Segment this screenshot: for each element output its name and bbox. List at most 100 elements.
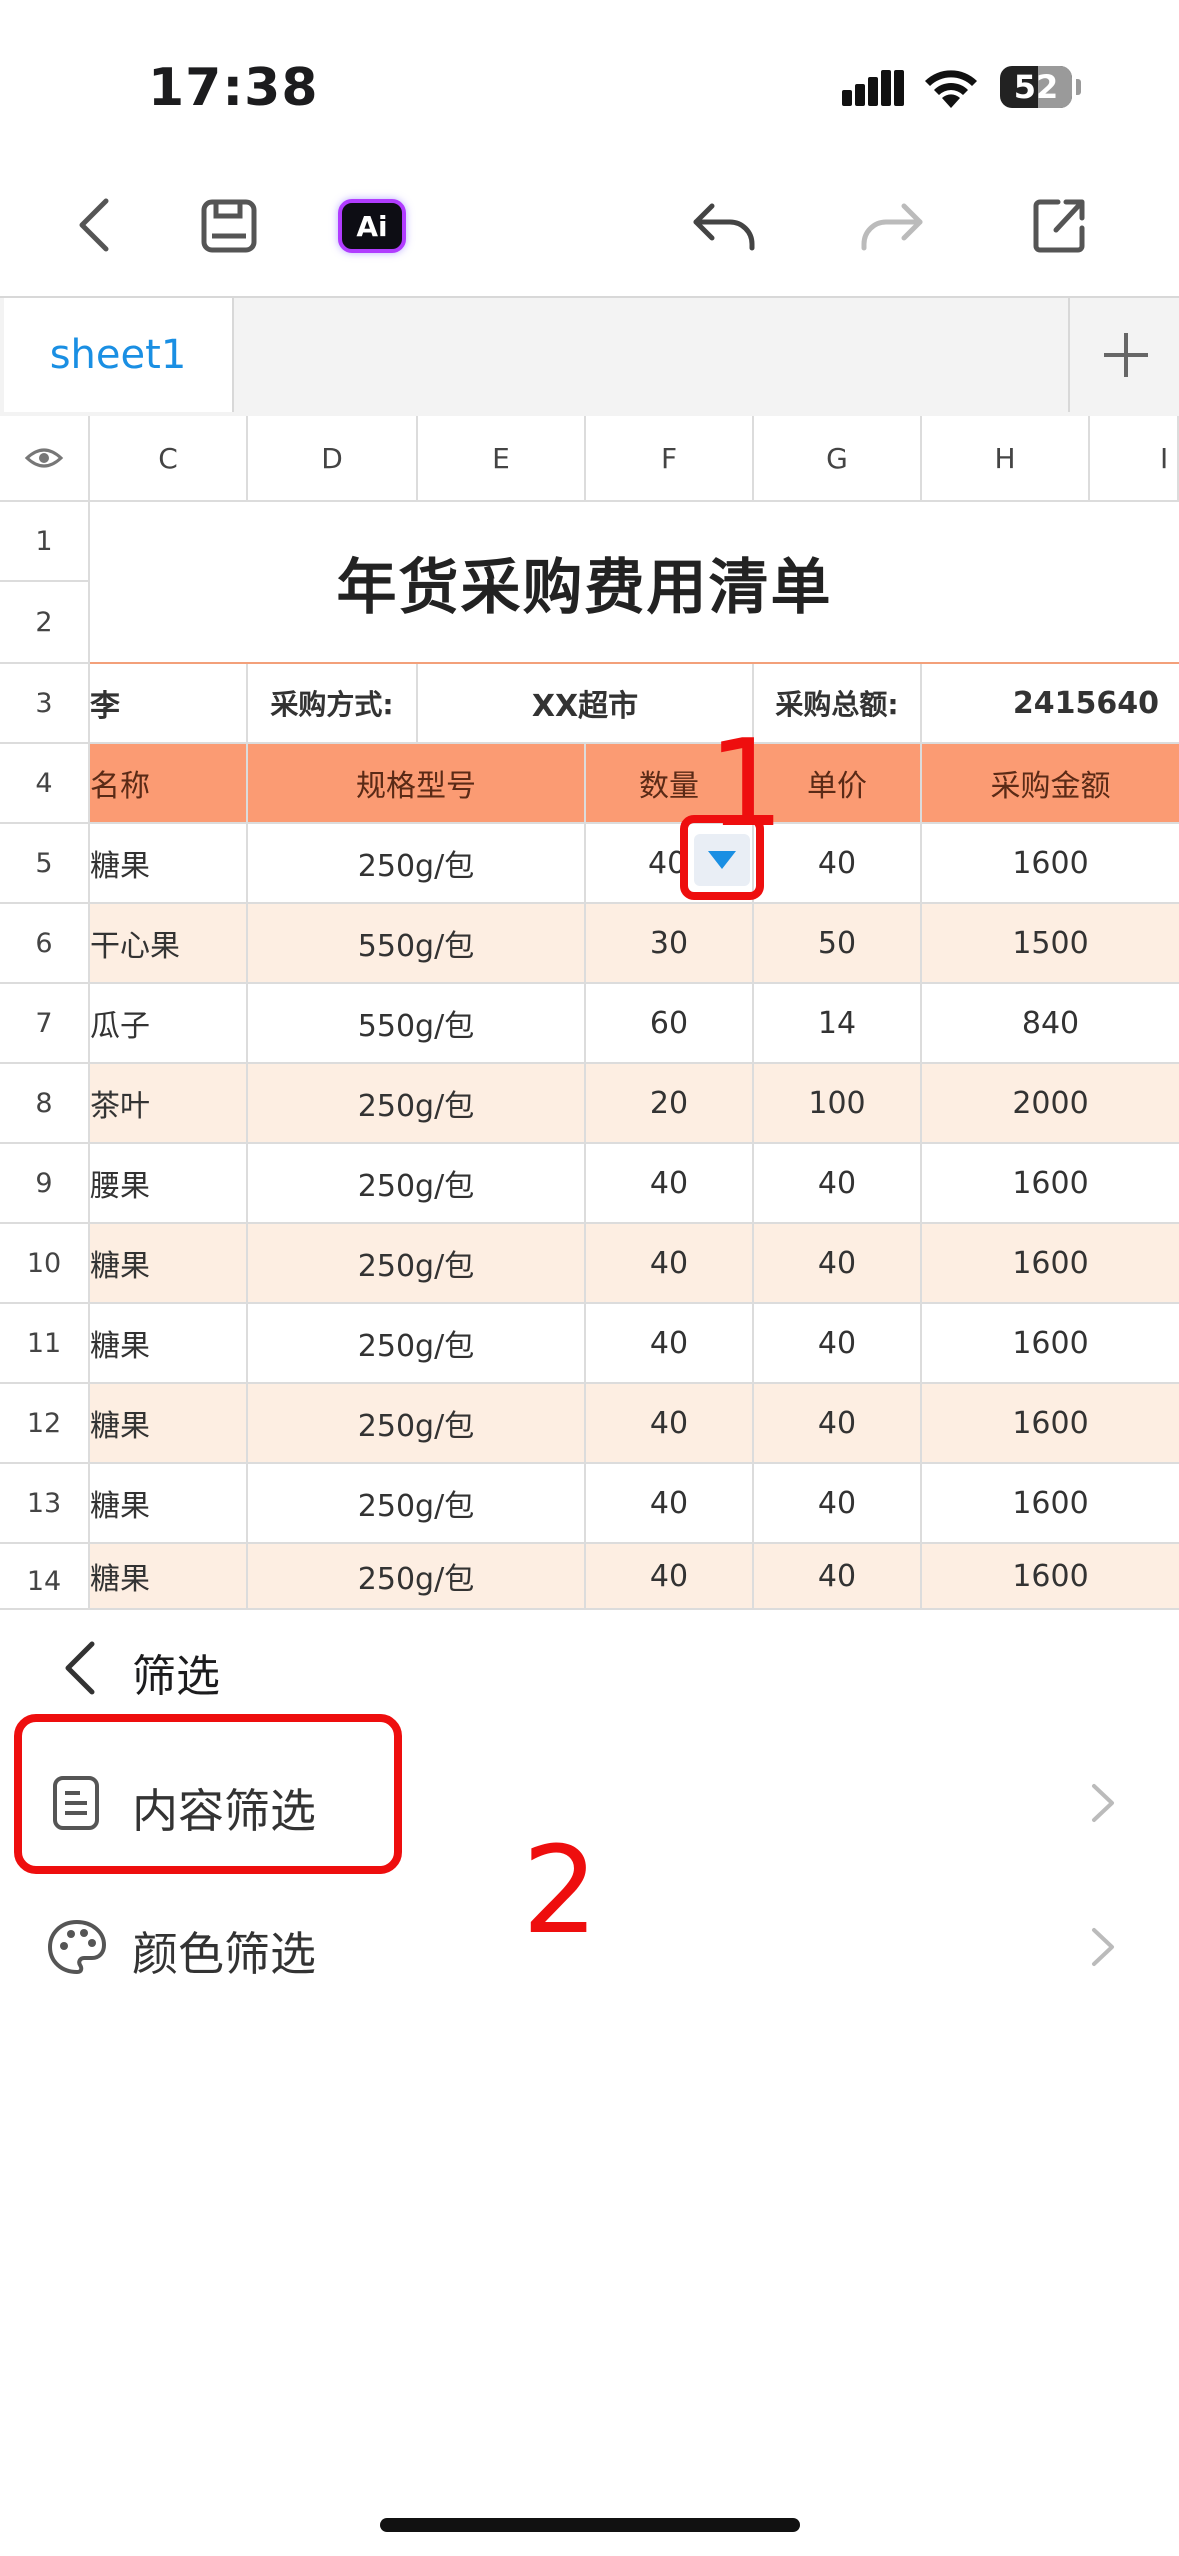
undo-icon[interactable] [690, 200, 758, 252]
annotation-box-2 [14, 1714, 402, 1874]
status-time: 17:38 [148, 58, 319, 118]
row-header[interactable]: 2 [0, 582, 90, 664]
cell-spec[interactable]: 250g/包 [248, 824, 586, 904]
cell-d3[interactable]: 采购方式: [248, 664, 418, 744]
annotation-number-1: 1 [708, 715, 785, 854]
cell-amount[interactable]: 1600 [922, 1144, 1179, 1224]
cell-price[interactable]: 40 [754, 1544, 922, 1610]
cell-amount[interactable]: 1600 [922, 1384, 1179, 1464]
cell-qty[interactable]: 40 [586, 1224, 754, 1304]
cell-amount[interactable]: 1600 [922, 1544, 1179, 1610]
cell-price[interactable]: 50 [754, 904, 922, 984]
cell-h3[interactable]: 2415640 [922, 664, 1179, 744]
cell-qty[interactable]: 40 [586, 1544, 754, 1610]
header-amount[interactable]: 采购金额 [922, 744, 1179, 824]
cell-price[interactable]: 14 [754, 984, 922, 1064]
cell-name[interactable]: 糖果 [90, 1464, 248, 1544]
cell-spec[interactable]: 250g/包 [248, 1144, 586, 1224]
cell-qty[interactable]: 30 [586, 904, 754, 984]
column-header-d[interactable]: D [248, 416, 418, 502]
battery-nub [1076, 79, 1081, 95]
column-header-c[interactable]: C [90, 416, 248, 502]
row-header[interactable]: 11 [0, 1304, 90, 1384]
cell-qty[interactable]: 40 [586, 1384, 754, 1464]
cell-name[interactable]: 糖果 [90, 1224, 248, 1304]
column-header-e[interactable]: E [418, 416, 586, 502]
grid-corner[interactable] [0, 416, 90, 502]
save-icon[interactable] [200, 198, 258, 254]
eye-icon [24, 448, 64, 468]
redo-icon[interactable] [858, 200, 926, 252]
palette-icon [47, 1919, 107, 1975]
row-header[interactable]: 1 [0, 502, 90, 582]
cell-spec[interactable]: 250g/包 [248, 1224, 586, 1304]
cell-price[interactable]: 40 [754, 1464, 922, 1544]
cell-qty[interactable]: 40 [586, 1144, 754, 1224]
cell-name[interactable]: 茶叶 [90, 1064, 248, 1144]
column-header-g[interactable]: G [754, 416, 922, 502]
cell-e3[interactable]: XX超市 [418, 664, 754, 744]
cell-qty[interactable]: 40 [586, 1304, 754, 1384]
cell-qty[interactable]: 60 [586, 984, 754, 1064]
cell-name[interactable]: 糖果 [90, 824, 248, 904]
cell-name[interactable]: 糖果 [90, 1544, 248, 1610]
row-header[interactable]: 10 [0, 1224, 90, 1304]
cell-name[interactable]: 腰果 [90, 1144, 248, 1224]
cell-c3[interactable]: 李 [90, 664, 248, 744]
cell-spec[interactable]: 250g/包 [248, 1464, 586, 1544]
menu-label-color-filter: 颜色筛选 [132, 1927, 316, 1981]
cell-price[interactable]: 40 [754, 1144, 922, 1224]
cell-name[interactable]: 糖果 [90, 1304, 248, 1384]
cell-amount[interactable]: 1600 [922, 824, 1179, 904]
row-header[interactable]: 7 [0, 984, 90, 1064]
tab-sheet1[interactable]: sheet1 [4, 298, 234, 412]
wifi-icon [925, 70, 977, 108]
cell-price[interactable]: 100 [754, 1064, 922, 1144]
cell-name[interactable]: 糖果 [90, 1384, 248, 1464]
row-header[interactable]: 8 [0, 1064, 90, 1144]
cell-amount[interactable]: 1600 [922, 1304, 1179, 1384]
home-indicator [380, 2518, 800, 2532]
header-spec[interactable]: 规格型号 [248, 744, 586, 824]
add-sheet-button[interactable] [1068, 298, 1179, 412]
cell-name[interactable]: 瓜子 [90, 984, 248, 1064]
battery-level: 52 [1013, 68, 1059, 106]
row-header[interactable]: 6 [0, 904, 90, 984]
column-header-i[interactable]: I [1090, 416, 1179, 502]
share-icon[interactable] [1032, 196, 1088, 254]
row-header[interactable]: 4 [0, 744, 90, 824]
cell-qty[interactable]: 20 [586, 1064, 754, 1144]
cell-amount[interactable]: 1500 [922, 904, 1179, 984]
row-header[interactable]: 9 [0, 1144, 90, 1224]
plus-icon [1103, 333, 1148, 377]
column-header-f[interactable]: F [586, 416, 754, 502]
cell-spec[interactable]: 550g/包 [248, 904, 586, 984]
cell-spec[interactable]: 250g/包 [248, 1064, 586, 1144]
cell-amount[interactable]: 1600 [922, 1464, 1179, 1544]
cell-spec[interactable]: 250g/包 [248, 1304, 586, 1384]
cell-name[interactable]: 干心果 [90, 904, 248, 984]
cell-price[interactable]: 40 [754, 1224, 922, 1304]
header-name[interactable]: 名称 [90, 744, 248, 824]
row-header[interactable]: 12 [0, 1384, 90, 1464]
back-icon[interactable] [70, 195, 116, 255]
row-header[interactable]: 3 [0, 664, 90, 744]
cell-amount[interactable]: 840 [922, 984, 1179, 1064]
cellular-signal-icon [842, 70, 904, 106]
cell-amount[interactable]: 1600 [922, 1224, 1179, 1304]
cell-spec[interactable]: 250g/包 [248, 1544, 586, 1610]
cell-spec[interactable]: 250g/包 [248, 1384, 586, 1464]
chevron-left-icon[interactable] [60, 1640, 100, 1696]
sheet-title[interactable]: 年货采购费用清单 [90, 502, 1179, 664]
ai-icon[interactable]: Ai [338, 199, 406, 253]
battery-indicator: 52 [1000, 66, 1072, 108]
row-header[interactable]: 14 [0, 1544, 90, 1610]
cell-amount[interactable]: 2000 [922, 1064, 1179, 1144]
cell-price[interactable]: 40 [754, 1304, 922, 1384]
cell-qty[interactable]: 40 [586, 1464, 754, 1544]
column-header-h[interactable]: H [922, 416, 1090, 502]
cell-spec[interactable]: 550g/包 [248, 984, 586, 1064]
cell-price[interactable]: 40 [754, 1384, 922, 1464]
row-header[interactable]: 5 [0, 824, 90, 904]
row-header[interactable]: 13 [0, 1464, 90, 1544]
